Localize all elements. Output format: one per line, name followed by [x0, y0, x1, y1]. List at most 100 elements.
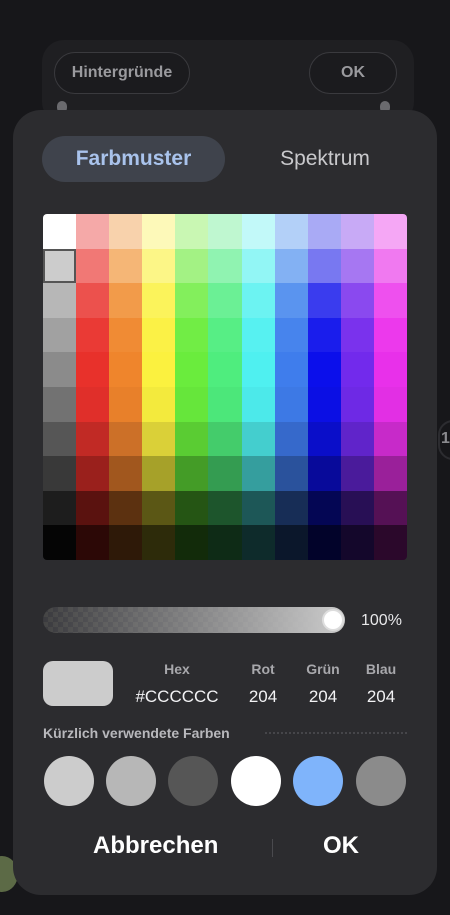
swatch-cell[interactable]: [340, 352, 374, 387]
swatch-cell[interactable]: [340, 456, 374, 491]
swatch-cell[interactable]: [208, 386, 242, 422]
blue-field[interactable]: 204: [361, 687, 401, 707]
recent-color-swatch[interactable]: [293, 756, 343, 806]
swatch-cell[interactable]: [142, 283, 176, 318]
swatch-cell[interactable]: [373, 386, 407, 422]
swatch-cell[interactable]: [241, 490, 275, 526]
swatch-cell[interactable]: [109, 283, 143, 318]
swatch-cell[interactable]: [307, 525, 341, 560]
swatch-cell[interactable]: [208, 317, 242, 353]
swatch-cell[interactable]: [43, 248, 77, 284]
tab-swatches[interactable]: Farbmuster: [42, 136, 225, 182]
swatch-cell[interactable]: [175, 352, 209, 387]
background-ok-button[interactable]: OK: [309, 52, 397, 94]
swatch-cell[interactable]: [109, 317, 143, 353]
swatch-cell[interactable]: [142, 214, 176, 249]
recent-color-swatch[interactable]: [231, 756, 281, 806]
swatch-cell[interactable]: [109, 456, 143, 491]
swatch-cell[interactable]: [307, 317, 341, 353]
swatch-cell[interactable]: [241, 214, 275, 249]
swatch-cell[interactable]: [109, 525, 143, 560]
swatch-cell[interactable]: [340, 421, 374, 457]
swatch-cell[interactable]: [373, 421, 407, 457]
swatch-cell[interactable]: [43, 421, 77, 457]
swatch-cell[interactable]: [340, 214, 374, 249]
swatch-cell[interactable]: [373, 248, 407, 284]
swatch-cell[interactable]: [274, 352, 308, 387]
swatch-cell[interactable]: [208, 456, 242, 491]
swatch-cell[interactable]: [373, 283, 407, 318]
swatch-cell[interactable]: [76, 525, 110, 560]
swatch-cell[interactable]: [175, 386, 209, 422]
swatch-cell[interactable]: [142, 490, 176, 526]
swatch-cell[interactable]: [307, 352, 341, 387]
swatch-cell[interactable]: [43, 317, 77, 353]
swatch-cell[interactable]: [109, 421, 143, 457]
swatch-cell[interactable]: [373, 214, 407, 249]
swatch-cell[interactable]: [340, 386, 374, 422]
swatch-cell[interactable]: [274, 283, 308, 318]
swatch-cell[interactable]: [208, 525, 242, 560]
swatch-cell[interactable]: [208, 248, 242, 284]
swatch-cell[interactable]: [76, 386, 110, 422]
swatch-cell[interactable]: [43, 352, 77, 387]
opacity-slider-handle[interactable]: [322, 609, 344, 631]
swatch-cell[interactable]: [175, 283, 209, 318]
recent-color-swatch[interactable]: [356, 756, 406, 806]
swatch-cell[interactable]: [340, 525, 374, 560]
swatch-cell[interactable]: [307, 456, 341, 491]
swatch-cell[interactable]: [109, 248, 143, 284]
backgrounds-button[interactable]: Hintergründe: [54, 52, 190, 94]
swatch-cell[interactable]: [43, 490, 77, 526]
swatch-cell[interactable]: [340, 490, 374, 526]
swatch-cell[interactable]: [208, 352, 242, 387]
swatch-cell[interactable]: [76, 317, 110, 353]
swatch-cell[interactable]: [274, 214, 308, 249]
swatch-cell[interactable]: [76, 283, 110, 318]
swatch-cell[interactable]: [76, 214, 110, 249]
swatch-cell[interactable]: [241, 525, 275, 560]
swatch-cell[interactable]: [373, 456, 407, 491]
swatch-cell[interactable]: [175, 214, 209, 249]
swatch-cell[interactable]: [208, 421, 242, 457]
swatch-cell[interactable]: [109, 214, 143, 249]
swatch-cell[interactable]: [208, 214, 242, 249]
swatch-cell[interactable]: [340, 283, 374, 318]
swatch-cell[interactable]: [109, 352, 143, 387]
opacity-slider[interactable]: [43, 607, 345, 633]
swatch-cell[interactable]: [43, 214, 77, 249]
cancel-button[interactable]: Abbrechen: [93, 832, 218, 860]
swatch-cell[interactable]: [241, 317, 275, 353]
swatch-cell[interactable]: [307, 248, 341, 284]
recent-color-swatch[interactable]: [44, 756, 94, 806]
swatch-cell[interactable]: [175, 317, 209, 353]
swatch-cell[interactable]: [142, 456, 176, 491]
hex-field[interactable]: #CCCCCC: [133, 687, 221, 707]
swatch-cell[interactable]: [142, 317, 176, 353]
swatch-cell[interactable]: [142, 421, 176, 457]
green-field[interactable]: 204: [301, 687, 345, 707]
swatch-cell[interactable]: [142, 525, 176, 560]
swatch-cell[interactable]: [76, 490, 110, 526]
swatch-cell[interactable]: [274, 386, 308, 422]
swatch-cell[interactable]: [307, 283, 341, 318]
swatch-cell[interactable]: [241, 352, 275, 387]
swatch-cell[interactable]: [76, 352, 110, 387]
swatch-cell[interactable]: [142, 248, 176, 284]
red-field[interactable]: 204: [243, 687, 283, 707]
swatch-cell[interactable]: [109, 490, 143, 526]
swatch-cell[interactable]: [340, 317, 374, 353]
swatch-cell[interactable]: [241, 283, 275, 318]
swatch-cell[interactable]: [43, 386, 77, 422]
swatch-cell[interactable]: [43, 283, 77, 318]
swatch-cell[interactable]: [43, 525, 77, 560]
swatch-cell[interactable]: [208, 283, 242, 318]
swatch-cell[interactable]: [373, 352, 407, 387]
swatch-cell[interactable]: [340, 248, 374, 284]
swatch-cell[interactable]: [76, 248, 110, 284]
swatch-cell[interactable]: [307, 421, 341, 457]
swatch-cell[interactable]: [274, 456, 308, 491]
swatch-cell[interactable]: [175, 490, 209, 526]
swatch-cell[interactable]: [142, 352, 176, 387]
swatch-cell[interactable]: [274, 317, 308, 353]
